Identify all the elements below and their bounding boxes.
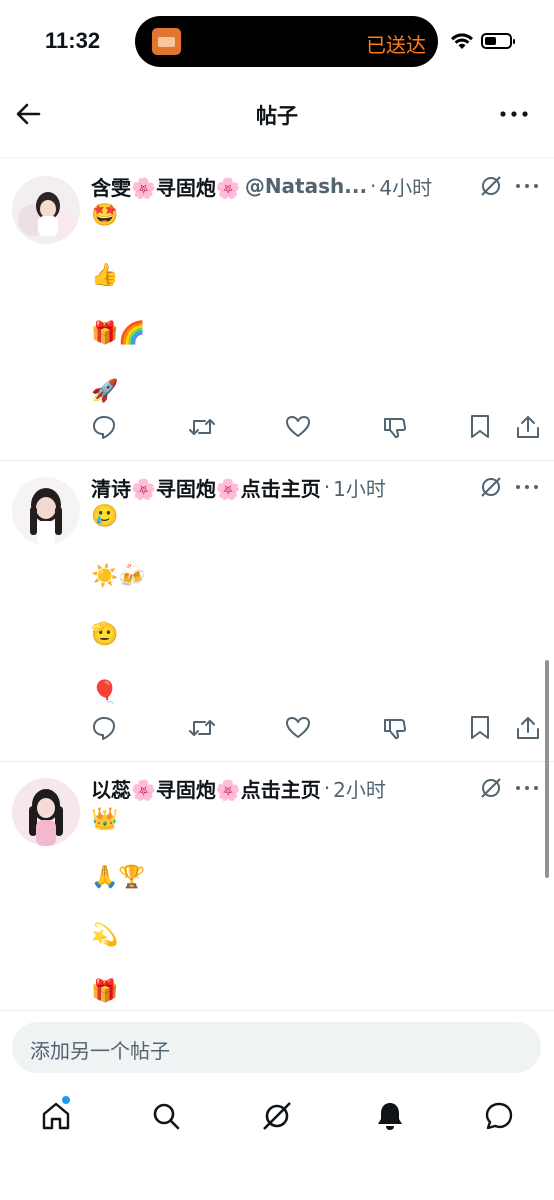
status-bar: 11:32 已送达 (0, 0, 554, 80)
bell-icon[interactable] (374, 1100, 406, 1132)
home-notification-dot (62, 1096, 70, 1104)
post-header: 含雯🌸寻固炮🌸 @Natash... · 4小时 (91, 172, 432, 200)
post-more-icon[interactable] (515, 483, 539, 491)
author-name[interactable]: 以蕊🌸寻固炮🌸点击主页 (91, 774, 321, 803)
page-title: 帖子 (256, 104, 298, 128)
add-post-input[interactable]: 添加另一个帖子 (12, 1022, 541, 1073)
repost-icon[interactable] (188, 414, 216, 440)
post-text-line: ☀️🍻 (91, 564, 146, 589)
post-card[interactable]: 清诗🌸寻固炮🌸点击主页 · 1小时 🥲 ☀️🍻 🫡 🎈 (0, 461, 554, 761)
post-more-icon[interactable] (515, 784, 539, 792)
wifi-icon (451, 33, 473, 49)
post-text-line: 👑 (91, 807, 119, 832)
post-time: 4小时 (379, 175, 433, 200)
search-icon[interactable] (150, 1100, 182, 1132)
grok-icon[interactable] (479, 475, 503, 499)
dislike-icon[interactable] (382, 715, 408, 741)
avatar[interactable] (12, 477, 80, 545)
post-card[interactable]: 含雯🌸寻固炮🌸 @Natash... · 4小时 🤩 👍 🎁🌈 🚀 (0, 160, 554, 460)
post-text-line: 🙏🏆 (91, 865, 146, 890)
top-nav: 帖子 (0, 86, 554, 142)
dynamic-island[interactable]: 已送达 (135, 16, 438, 67)
post-text-line: 🚀 (91, 379, 119, 404)
post-card[interactable]: 以蕊🌸寻固炮🌸点击主页 · 2小时 👑 🙏🏆 💫 🎁 (0, 762, 554, 1010)
reply-icon[interactable] (91, 414, 117, 440)
dislike-icon[interactable] (382, 414, 408, 440)
repost-icon[interactable] (188, 715, 216, 741)
bookmark-icon[interactable] (469, 414, 491, 440)
home-indicator (0, 1175, 554, 1200)
avatar[interactable] (12, 778, 80, 846)
status-time: 11:32 (45, 28, 101, 53)
post-text-line: 💫 (91, 923, 119, 948)
post-text-line: 👍 (91, 263, 119, 288)
bottom-tab-bar (0, 1090, 554, 1150)
post-text-line: 🎁 (91, 979, 119, 1004)
grok-icon[interactable] (479, 174, 503, 198)
author-name[interactable]: 清诗🌸寻固炮🌸点击主页 (91, 473, 321, 502)
home-icon[interactable] (40, 1100, 72, 1132)
post-time: 1小时 (333, 476, 386, 501)
header-divider (0, 157, 554, 158)
like-icon[interactable] (285, 715, 311, 741)
avatar[interactable] (12, 176, 80, 244)
grok-icon[interactable] (261, 1100, 293, 1132)
separator-dot: · (323, 776, 331, 800)
post-header: 以蕊🌸寻固炮🌸点击主页 · 2小时 (91, 774, 386, 802)
post-actions (91, 715, 541, 745)
battery-icon (481, 33, 515, 49)
post-text-line: 🎈 (91, 680, 119, 705)
reply-icon[interactable] (91, 715, 117, 741)
share-icon[interactable] (515, 715, 541, 741)
compose-divider (0, 1010, 554, 1011)
scrollbar[interactable] (545, 660, 549, 878)
author-name[interactable]: 含雯🌸寻固炮🌸 (91, 172, 241, 201)
post-header: 清诗🌸寻固炮🌸点击主页 · 1小时 (91, 473, 386, 501)
post-more-icon[interactable] (515, 182, 539, 190)
separator-dot: · (370, 174, 377, 198)
delivery-status: 已送达 (366, 33, 426, 57)
bookmark-icon[interactable] (469, 715, 491, 741)
like-icon[interactable] (285, 414, 311, 440)
delivery-app-icon (152, 28, 181, 55)
post-text-line: 🎁🌈 (91, 321, 146, 346)
post-text-line: 🤩 (91, 203, 119, 228)
share-icon[interactable] (515, 414, 541, 440)
more-options-icon[interactable] (498, 100, 530, 128)
post-text-line: 🫡 (91, 622, 119, 647)
author-handle[interactable]: @Natash... (245, 174, 367, 198)
post-text-line: 🥲 (91, 504, 119, 529)
post-time: 2小时 (333, 777, 386, 802)
separator-dot: · (323, 475, 331, 499)
grok-icon[interactable] (479, 776, 503, 800)
add-post-placeholder: 添加另一个帖子 (30, 1039, 170, 1063)
post-actions (91, 414, 541, 444)
messages-icon[interactable] (483, 1100, 515, 1132)
